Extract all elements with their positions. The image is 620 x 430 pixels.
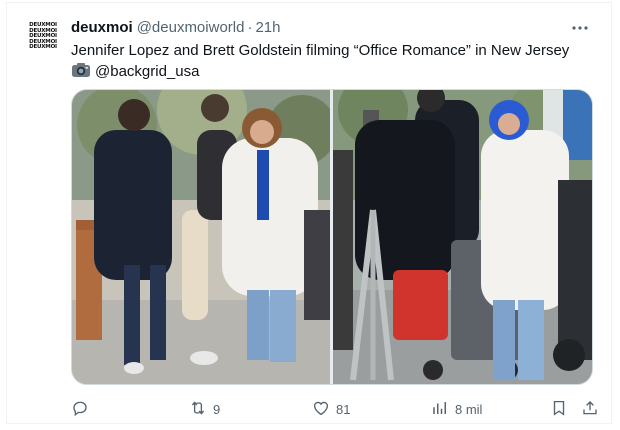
retweet-button[interactable]: 9 xyxy=(189,399,220,419)
photo-left[interactable] xyxy=(72,90,337,384)
photo-right-image xyxy=(333,90,592,384)
photo-left-image xyxy=(72,90,337,384)
avatar[interactable]: DEUXMOI DEUXMOI DEUXMOI DEUXMOI DEUXMOI xyxy=(23,17,63,57)
camera-icon xyxy=(71,61,91,85)
retweet-icon xyxy=(189,399,207,420)
share-icon xyxy=(581,399,599,420)
separator: · xyxy=(247,18,253,36)
reply-button[interactable] xyxy=(71,399,95,419)
bookmark-icon xyxy=(550,399,568,420)
media-grid xyxy=(71,89,593,385)
retweet-count: 9 xyxy=(213,401,221,417)
like-count: 81 xyxy=(336,401,351,417)
photo-right[interactable] xyxy=(333,90,592,384)
views-icon xyxy=(431,399,449,420)
share-button[interactable] xyxy=(581,399,599,419)
tweet-header: deuxmoi @deuxmoiworld · 21h xyxy=(71,17,595,37)
avatar-text-5: DEUXMOI xyxy=(29,44,57,51)
views-count: 8 mil xyxy=(455,401,483,417)
tweet-text-line-2: @backgrid_usa xyxy=(71,61,597,85)
user-handle[interactable]: @deuxmoiworld xyxy=(137,19,245,36)
timestamp[interactable]: 21h xyxy=(255,19,280,36)
tweet-text-line-1: Jennifer Lopez and Brett Goldstein filmi… xyxy=(71,42,570,59)
like-button[interactable]: 81 xyxy=(312,399,350,419)
action-bar: 9 81 8 mil xyxy=(71,399,601,419)
display-name[interactable]: deuxmoi xyxy=(71,19,133,36)
tweet-card[interactable]: DEUXMOI DEUXMOI DEUXMOI DEUXMOI DEUXMOI … xyxy=(6,2,612,424)
heart-icon xyxy=(312,399,330,420)
bookmark-button[interactable] xyxy=(550,399,568,419)
photo-credit-link[interactable]: @backgrid_usa xyxy=(95,63,199,80)
views-button[interactable]: 8 mil xyxy=(431,399,482,419)
reply-icon xyxy=(71,399,89,420)
tweet-text: Jennifer Lopez and Brett Goldstein filmi… xyxy=(71,41,597,85)
more-icon[interactable] xyxy=(571,19,589,42)
